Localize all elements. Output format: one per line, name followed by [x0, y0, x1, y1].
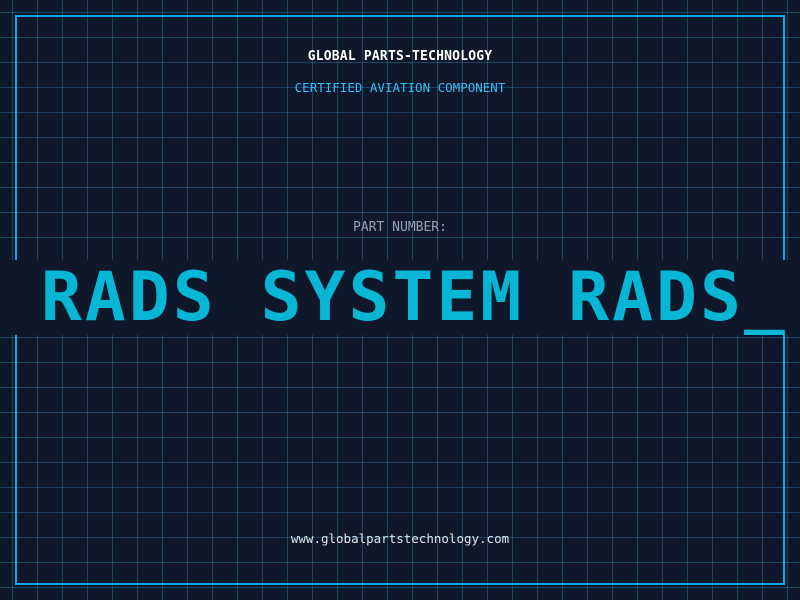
company-name: GLOBAL PARTS-TECHNOLOGY	[307, 49, 493, 64]
part-number-band: D RADS SYSTEM RADS_	[0, 260, 800, 335]
website-url: www.globalpartstechnology.com	[290, 531, 510, 546]
part-number-marquee: D RADS SYSTEM RADS_	[0, 260, 800, 335]
part-number-label: PART NUMBER:	[353, 220, 447, 235]
part-number-scrolling-text: D RADS SYSTEM RADS_	[0, 260, 788, 335]
tagline: CERTIFIED AVIATION COMPONENT	[294, 80, 506, 95]
